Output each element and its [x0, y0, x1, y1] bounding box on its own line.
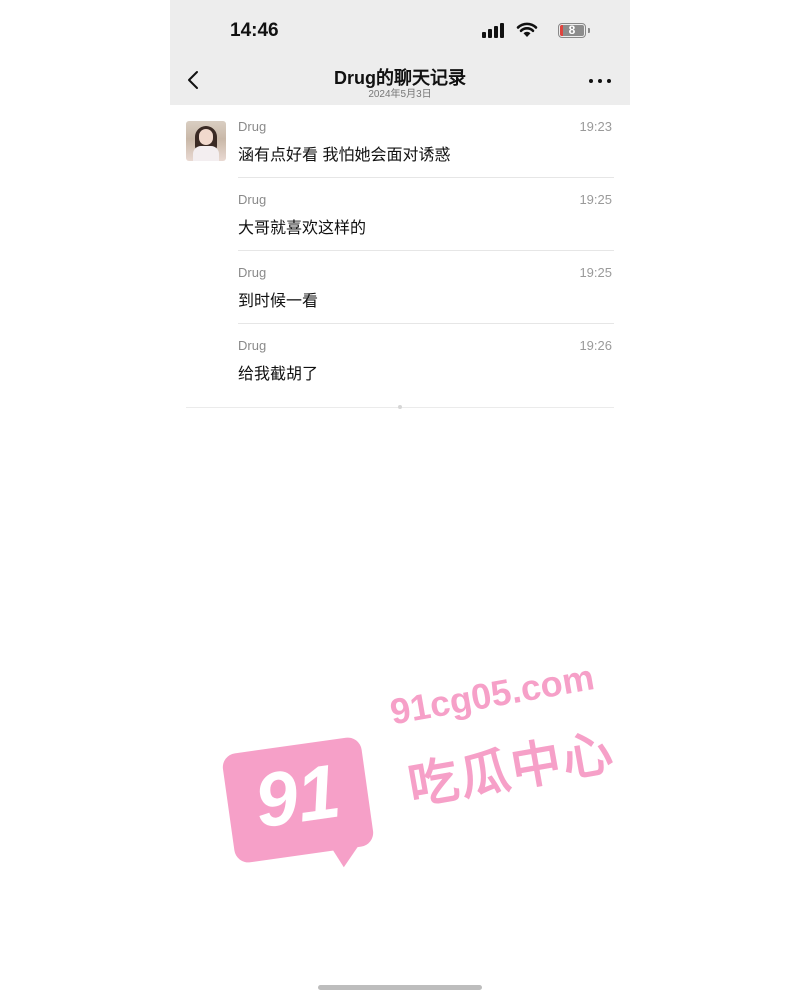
battery-tip — [588, 28, 590, 33]
message-text: 涵有点好看 我怕她会面对诱惑 — [238, 147, 451, 164]
message-time: 19:23 — [579, 119, 612, 134]
more-dot — [607, 79, 611, 83]
message-sender: Drug — [238, 338, 267, 353]
home-indicator — [318, 985, 482, 990]
message-item[interactable]: Drug 19:23 涵有点好看 我怕她会面对诱惑 — [170, 105, 630, 178]
more-dot — [598, 79, 602, 83]
message-sender: Drug — [238, 192, 267, 207]
message-item[interactable]: Drug 19:25 大哥就喜欢这样的 — [170, 178, 630, 251]
more-dots-icon — [589, 79, 593, 83]
avatar[interactable] — [186, 121, 226, 161]
message-time: 19:25 — [579, 192, 612, 207]
message-time: 19:25 — [579, 265, 612, 280]
status-icons: 8 — [470, 22, 590, 40]
message-item[interactable]: Drug 19:25 到时候一看 — [170, 251, 630, 324]
nav-bar: Drug的聊天记录 2024年5月3日 — [170, 58, 630, 105]
battery-level: 8 — [568, 23, 576, 37]
wifi-icon — [516, 22, 538, 37]
phone-screen: 14:46 8 Drug的聊天记录 2024年5月3日 Drug 19:23 涵… — [170, 0, 630, 1000]
message-text: 给我截胡了 — [238, 366, 319, 383]
message-item[interactable]: Drug 19:26 给我截胡了 — [170, 324, 630, 397]
list-end-dot — [398, 405, 402, 409]
message-sender: Drug — [238, 119, 267, 134]
more-button[interactable] — [586, 68, 614, 94]
message-text: 到时候一看 — [238, 293, 319, 310]
page-subtitle-date: 2024年5月3日 — [368, 89, 432, 100]
message-text: 大哥就喜欢这样的 — [238, 220, 367, 237]
battery-icon: 8 — [558, 23, 586, 38]
message-time: 19:26 — [579, 338, 612, 353]
status-bar: 14:46 8 — [170, 0, 630, 58]
message-sender: Drug — [238, 265, 267, 280]
status-time: 14:46 — [230, 20, 279, 41]
cellular-signal-icon — [482, 22, 508, 38]
chat-record-list: Drug 19:23 涵有点好看 我怕她会面对诱惑 Drug 19:25 大哥就… — [170, 105, 630, 397]
